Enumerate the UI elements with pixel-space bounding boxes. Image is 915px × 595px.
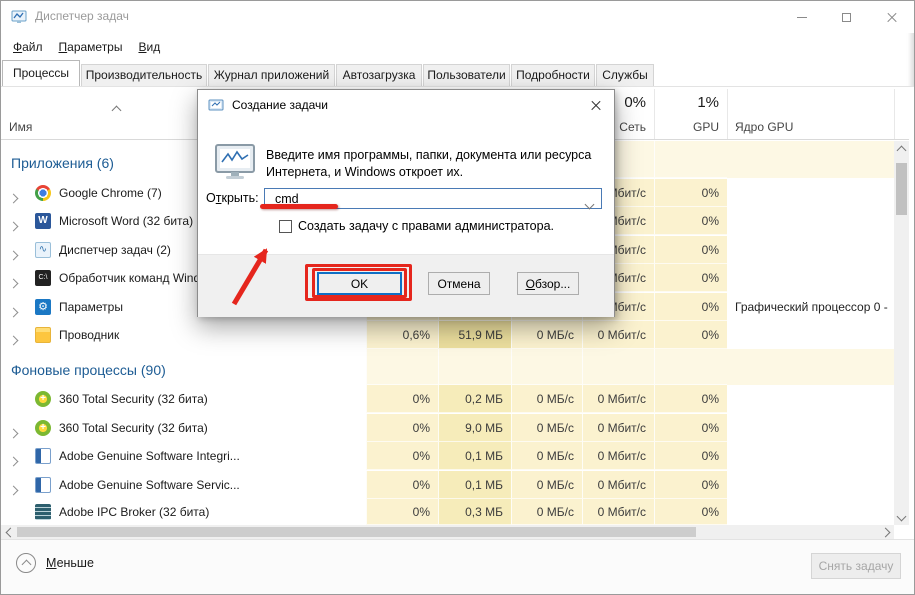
- table-row[interactable]: Adobe Genuine Software Servic... 0% 0,1 …: [1, 471, 894, 499]
- fewer-details-button[interactable]: Меньше: [16, 553, 94, 573]
- chevron-expand-icon[interactable]: [10, 274, 17, 292]
- tab-services[interactable]: Службы: [596, 64, 654, 86]
- adobe-ipc-icon: [35, 504, 51, 520]
- tab-performance[interactable]: Производительность: [81, 64, 207, 86]
- chrome-icon: [35, 185, 51, 201]
- sort-ascending-icon: [113, 101, 120, 119]
- chevron-expand-icon[interactable]: [10, 331, 17, 349]
- column-header-gpu[interactable]: GPU: [654, 120, 719, 134]
- fewer-details-label: Меньше: [46, 556, 94, 570]
- chevron-expand-icon[interactable]: [10, 217, 17, 235]
- minimize-icon: [797, 17, 807, 18]
- maximize-icon: [842, 13, 851, 22]
- chevron-expand-icon[interactable]: [10, 303, 17, 321]
- table-row[interactable]: Adobe IPC Broker (32 бита) 0% 0,3 МБ 0 М…: [1, 499, 894, 525]
- taskmgr-icon: [35, 242, 51, 258]
- table-row[interactable]: 360 Total Security (32 бита) 0% 9,0 МБ 0…: [1, 414, 894, 442]
- chevron-expand-icon[interactable]: [10, 189, 17, 207]
- tab-users[interactable]: Пользователи: [423, 64, 510, 86]
- settings-icon: [35, 299, 51, 315]
- process-name: Adobe IPC Broker (32 бита): [59, 499, 359, 525]
- admin-rights-checkbox[interactable]: [279, 220, 292, 233]
- menu-bar: Файл Параметры Вид: [1, 33, 914, 61]
- dialog-message-line2: Интернета, и Windows откроет их.: [266, 164, 602, 181]
- create-task-dialog: Создание задачи Введите имя программы, п…: [197, 89, 615, 317]
- tab-startup[interactable]: Автозагрузка: [336, 64, 422, 86]
- column-separator[interactable]: [727, 89, 728, 139]
- group-label: Фоновые процессы (90): [11, 362, 166, 378]
- tab-app-history[interactable]: Журнал приложений: [208, 64, 335, 86]
- task-manager-app-icon: [11, 9, 27, 25]
- security360-icon: [35, 391, 51, 407]
- column-header-name[interactable]: Имя: [9, 120, 32, 134]
- process-name: Проводник: [59, 321, 359, 349]
- browse-button[interactable]: Обзор...: [517, 272, 579, 295]
- dialog-message: Введите имя программы, папки, документа …: [266, 147, 602, 181]
- end-task-button[interactable]: Снять задачу: [811, 553, 901, 579]
- task-manager-window: Диспетчер задач Файл Параметры Вид Проце…: [0, 0, 915, 595]
- scroll-right-icon[interactable]: [879, 525, 894, 539]
- horizontal-scrollbar-thumb[interactable]: [17, 527, 696, 537]
- create-task-icon: [208, 97, 224, 113]
- cmd-icon: [35, 270, 51, 286]
- process-name: 360 Total Security (32 бита): [59, 414, 359, 442]
- menu-file[interactable]: Файл: [9, 36, 53, 58]
- scroll-left-icon[interactable]: [1, 525, 16, 539]
- status-bar: Меньше Снять задачу: [1, 539, 914, 595]
- process-name: Adobe Genuine Software Servic...: [59, 471, 359, 499]
- cancel-button[interactable]: Отмена: [428, 272, 490, 295]
- dialog-title: Создание задачи: [232, 98, 328, 112]
- open-label: Открыть:: [206, 191, 259, 205]
- close-icon: [886, 11, 898, 23]
- adobe-icon: [35, 448, 51, 464]
- scroll-up-icon[interactable]: [894, 141, 909, 156]
- menu-view[interactable]: Вид: [134, 36, 170, 58]
- word-icon: [35, 213, 51, 229]
- maximize-button[interactable]: [824, 1, 869, 33]
- chevron-expand-icon[interactable]: [10, 481, 17, 499]
- chevron-expand-icon[interactable]: [10, 424, 17, 442]
- gpu-total: 1%: [654, 94, 719, 111]
- table-row[interactable]: Проводник 0,6% 51,9 МБ 0 МБ/с 0 Мбит/с 0…: [1, 321, 894, 349]
- dialog-close-button[interactable]: [586, 96, 606, 114]
- annotation-red-underline: [260, 204, 338, 209]
- tab-details[interactable]: Подробности: [511, 64, 595, 86]
- group-header-background[interactable]: Фоновые процессы (90): [1, 349, 894, 385]
- window-title: Диспетчер задач: [35, 9, 129, 23]
- group-label: Приложения (6): [11, 155, 114, 171]
- collapse-circle-icon: [16, 553, 36, 573]
- admin-rights-label[interactable]: Создать задачу с правами администратора.: [298, 219, 554, 233]
- dialog-message-line1: Введите имя программы, папки, документа …: [266, 147, 602, 164]
- title-bar[interactable]: Диспетчер задач: [1, 1, 914, 33]
- process-name: Adobe Genuine Software Integri...: [59, 442, 359, 470]
- column-separator: [894, 89, 895, 139]
- explorer-icon: [35, 327, 51, 343]
- menu-options[interactable]: Параметры: [55, 36, 133, 58]
- tab-strip: Процессы Производительность Журнал прило…: [1, 61, 914, 87]
- close-icon: [590, 99, 602, 111]
- adobe-icon: [35, 477, 51, 493]
- scroll-down-icon[interactable]: [894, 510, 909, 525]
- chevron-expand-icon[interactable]: [10, 246, 17, 264]
- chevron-down-icon[interactable]: [586, 195, 593, 213]
- tab-processes[interactable]: Процессы: [2, 60, 80, 86]
- process-name: 360 Total Security (32 бита): [59, 385, 359, 413]
- dialog-title-bar[interactable]: Создание задачи: [198, 90, 614, 120]
- column-header-gpu-core[interactable]: Ядро GPU: [735, 120, 793, 134]
- chevron-expand-icon[interactable]: [10, 452, 17, 470]
- vertical-scrollbar[interactable]: [894, 141, 909, 525]
- vertical-scrollbar-thumb[interactable]: [896, 163, 907, 215]
- horizontal-scrollbar[interactable]: [1, 525, 894, 539]
- minimize-button[interactable]: [779, 1, 824, 33]
- close-button[interactable]: [869, 1, 914, 33]
- table-row[interactable]: Adobe Genuine Software Integri... 0% 0,1…: [1, 442, 894, 470]
- run-monitor-icon: [215, 144, 257, 182]
- security360-icon: [35, 420, 51, 436]
- table-row[interactable]: 360 Total Security (32 бита) 0% 0,2 МБ 0…: [1, 385, 894, 413]
- annotation-red-box-inner: [312, 268, 407, 298]
